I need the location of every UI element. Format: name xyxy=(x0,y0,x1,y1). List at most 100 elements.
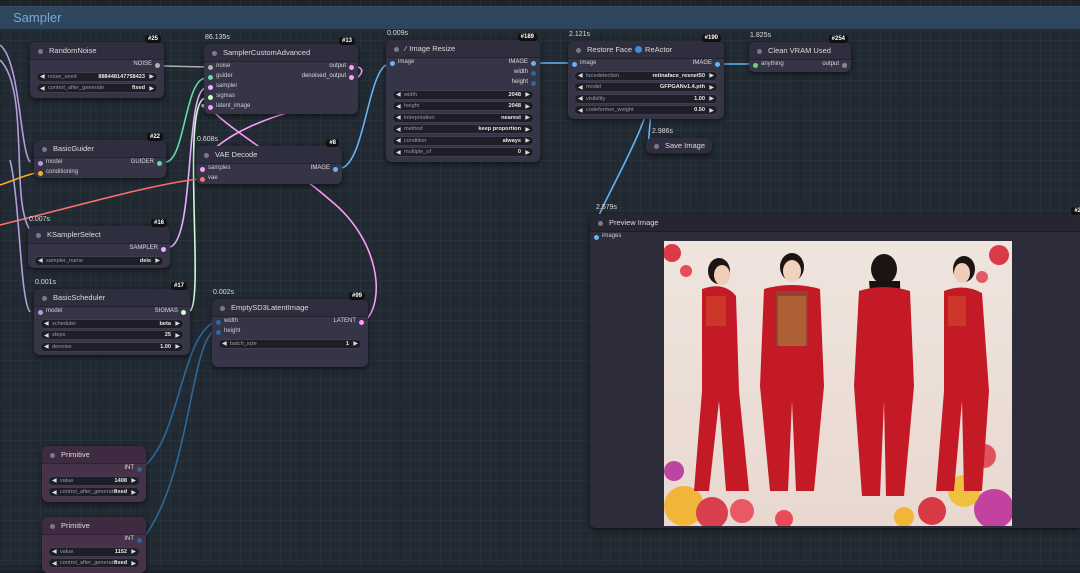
decrement-arrow-icon[interactable]: ◀ xyxy=(40,85,45,92)
widget-width[interactable]: ◀ width 2048 ▶ xyxy=(392,89,534,100)
widget-sampler-name[interactable]: ◀ sampler_name deis ▶ xyxy=(34,255,164,266)
node-save-image[interactable]: 2.986s Save Image xyxy=(646,128,712,154)
input-socket[interactable] xyxy=(38,170,43,176)
output-socket[interactable] xyxy=(333,166,338,172)
increment-arrow-icon[interactable]: ▶ xyxy=(175,320,180,327)
node-title[interactable]: Primitive xyxy=(42,446,146,464)
output-socket[interactable] xyxy=(531,60,536,66)
input-socket[interactable] xyxy=(208,104,213,110)
output-socket[interactable] xyxy=(531,70,536,76)
widget-value[interactable]: 1408 xyxy=(115,478,127,484)
node-title[interactable]: Primitive xyxy=(42,517,146,535)
input-socket[interactable] xyxy=(200,176,205,182)
decrement-arrow-icon[interactable]: ◀ xyxy=(578,84,583,91)
input-socket[interactable] xyxy=(753,62,758,68)
output-socket[interactable] xyxy=(137,466,142,472)
decrement-arrow-icon[interactable]: ◀ xyxy=(578,72,583,79)
widget-value[interactable]: ◀ value 1408 ▶ xyxy=(48,475,140,486)
node-title[interactable]: SamplerCustomAdvanced xyxy=(204,44,358,62)
group-title[interactable]: Sampler xyxy=(0,7,1080,29)
collapse-dot-icon[interactable] xyxy=(757,49,762,54)
collapse-dot-icon[interactable] xyxy=(50,524,55,529)
widget-value[interactable]: GFPGANv1.4.pth xyxy=(660,84,705,90)
collapse-dot-icon[interactable] xyxy=(38,49,43,54)
increment-arrow-icon[interactable]: ▶ xyxy=(525,114,530,121)
node-restore-face[interactable]: 2.121s #190 Restore Face ReActor image IMA… xyxy=(568,31,724,119)
node-title[interactable]: BasicGuider xyxy=(34,140,166,158)
decrement-arrow-icon[interactable]: ◀ xyxy=(396,91,401,98)
node-title[interactable]: Clean VRAM Used xyxy=(749,42,851,60)
widget-value[interactable]: 1.00 xyxy=(694,96,705,102)
widget-interpolation[interactable]: ◀ interpolation nearest ▶ xyxy=(392,112,534,123)
widget-facedetection[interactable]: ◀ facedetection retinaface_resnet50 ▶ xyxy=(574,70,718,81)
node-title[interactable]: RandomNoise xyxy=(30,42,164,60)
node-title[interactable]: Restore Face ReActor xyxy=(568,41,724,59)
widget-multiple-of[interactable]: ◀ multiple_of 0 ▶ xyxy=(392,147,534,157)
node-random-noise[interactable]: #25 RandomNoise NOISE ◀ noise_seed 8884481… xyxy=(30,35,164,98)
decrement-arrow-icon[interactable]: ◀ xyxy=(38,257,43,264)
node-primitive-width[interactable]: Primitive INT ◀ value 1408 ▶ ◀ control_after… xyxy=(42,446,146,502)
node-empty-latent-image[interactable]: 0.002s #99 EmptySD3LatentImage width LATE… xyxy=(212,289,368,367)
widget-value[interactable]: 888448147758423 xyxy=(98,74,145,80)
input-socket[interactable] xyxy=(208,64,213,70)
decrement-arrow-icon[interactable]: ◀ xyxy=(578,95,583,102)
increment-arrow-icon[interactable]: ▶ xyxy=(353,340,358,347)
collapse-dot-icon[interactable] xyxy=(598,221,603,226)
collapse-dot-icon[interactable] xyxy=(42,296,47,301)
output-socket[interactable] xyxy=(349,74,354,80)
widget-batch-size[interactable]: ◀ batch_size 1 ▶ xyxy=(218,338,362,349)
collapse-dot-icon[interactable] xyxy=(576,48,581,53)
decrement-arrow-icon[interactable]: ◀ xyxy=(44,343,49,350)
output-socket[interactable] xyxy=(155,62,160,68)
output-socket[interactable] xyxy=(715,61,720,67)
collapse-dot-icon[interactable] xyxy=(220,306,225,311)
input-socket[interactable] xyxy=(208,74,213,80)
decrement-arrow-icon[interactable]: ◀ xyxy=(222,340,227,347)
input-socket[interactable] xyxy=(200,166,205,172)
widget-steps[interactable]: ◀ steps 25 ▶ xyxy=(40,330,184,340)
increment-arrow-icon[interactable]: ▶ xyxy=(525,91,530,98)
widget-value[interactable]: 25 xyxy=(165,332,171,338)
widget-value[interactable]: fixed xyxy=(114,560,127,566)
decrement-arrow-icon[interactable]: ◀ xyxy=(52,548,57,555)
node-title[interactable]: Save Image xyxy=(646,138,712,154)
widget-height[interactable]: ◀ height 2048 ▶ xyxy=(392,101,534,111)
collapse-dot-icon[interactable] xyxy=(394,47,399,52)
increment-arrow-icon[interactable]: ▶ xyxy=(131,489,136,496)
input-socket[interactable] xyxy=(38,160,43,166)
node-title[interactable]: ⁄ Image Resize xyxy=(386,40,540,58)
increment-arrow-icon[interactable]: ▶ xyxy=(709,72,714,79)
widget-value[interactable]: ◀ value 1152 ▶ xyxy=(48,546,140,557)
widget-control-after-generate[interactable]: ◀ control_after_generate fixed ▶ xyxy=(48,558,140,568)
widget-value[interactable]: 1 xyxy=(346,341,349,347)
increment-arrow-icon[interactable]: ▶ xyxy=(175,343,180,350)
decrement-arrow-icon[interactable]: ◀ xyxy=(52,560,57,567)
input-socket[interactable] xyxy=(38,309,43,315)
node-title[interactable]: VAE Decode xyxy=(196,146,342,164)
widget-method[interactable]: ◀ method keep proportion ▶ xyxy=(392,124,534,134)
collapse-dot-icon[interactable] xyxy=(36,233,41,238)
decrement-arrow-icon[interactable]: ◀ xyxy=(396,149,401,156)
node-title[interactable]: KSamplerSelect xyxy=(28,226,170,244)
output-socket[interactable] xyxy=(531,80,536,86)
node-preview-image[interactable]: 2.579s #2 Preview Image images xyxy=(590,204,1080,528)
widget-condition[interactable]: ◀ condition always ▶ xyxy=(392,135,534,146)
widget-model[interactable]: ◀ model GFPGANv1.4.pth ▶ xyxy=(574,82,718,92)
input-socket[interactable] xyxy=(572,61,577,67)
input-socket[interactable] xyxy=(390,60,395,66)
increment-arrow-icon[interactable]: ▶ xyxy=(175,332,180,339)
output-socket[interactable] xyxy=(161,246,166,252)
widget-value[interactable]: nearest xyxy=(501,115,521,121)
node-image-resize[interactable]: 0.009s #189 ⁄ Image Resize image IMAGE wid… xyxy=(386,30,540,162)
input-socket[interactable] xyxy=(216,319,221,325)
widget-codeformer-weight[interactable]: ◀ codeformer_weight 0.50 ▶ xyxy=(574,105,718,115)
widget-value[interactable]: keep proportion xyxy=(478,126,521,132)
input-socket[interactable] xyxy=(594,234,599,240)
widget-control-after-generate[interactable]: ◀ control_after_generate fixed ▶ xyxy=(36,83,158,93)
input-socket[interactable] xyxy=(208,94,213,100)
widget-value[interactable]: 0 xyxy=(518,149,521,155)
decrement-arrow-icon[interactable]: ◀ xyxy=(396,103,401,110)
widget-visibility[interactable]: ◀ visibility 1.00 ▶ xyxy=(574,93,718,104)
increment-arrow-icon[interactable]: ▶ xyxy=(525,137,530,144)
node-sampler-custom-advanced[interactable]: 86.135s #13 SamplerCustomAdvanced noise o… xyxy=(204,34,358,114)
